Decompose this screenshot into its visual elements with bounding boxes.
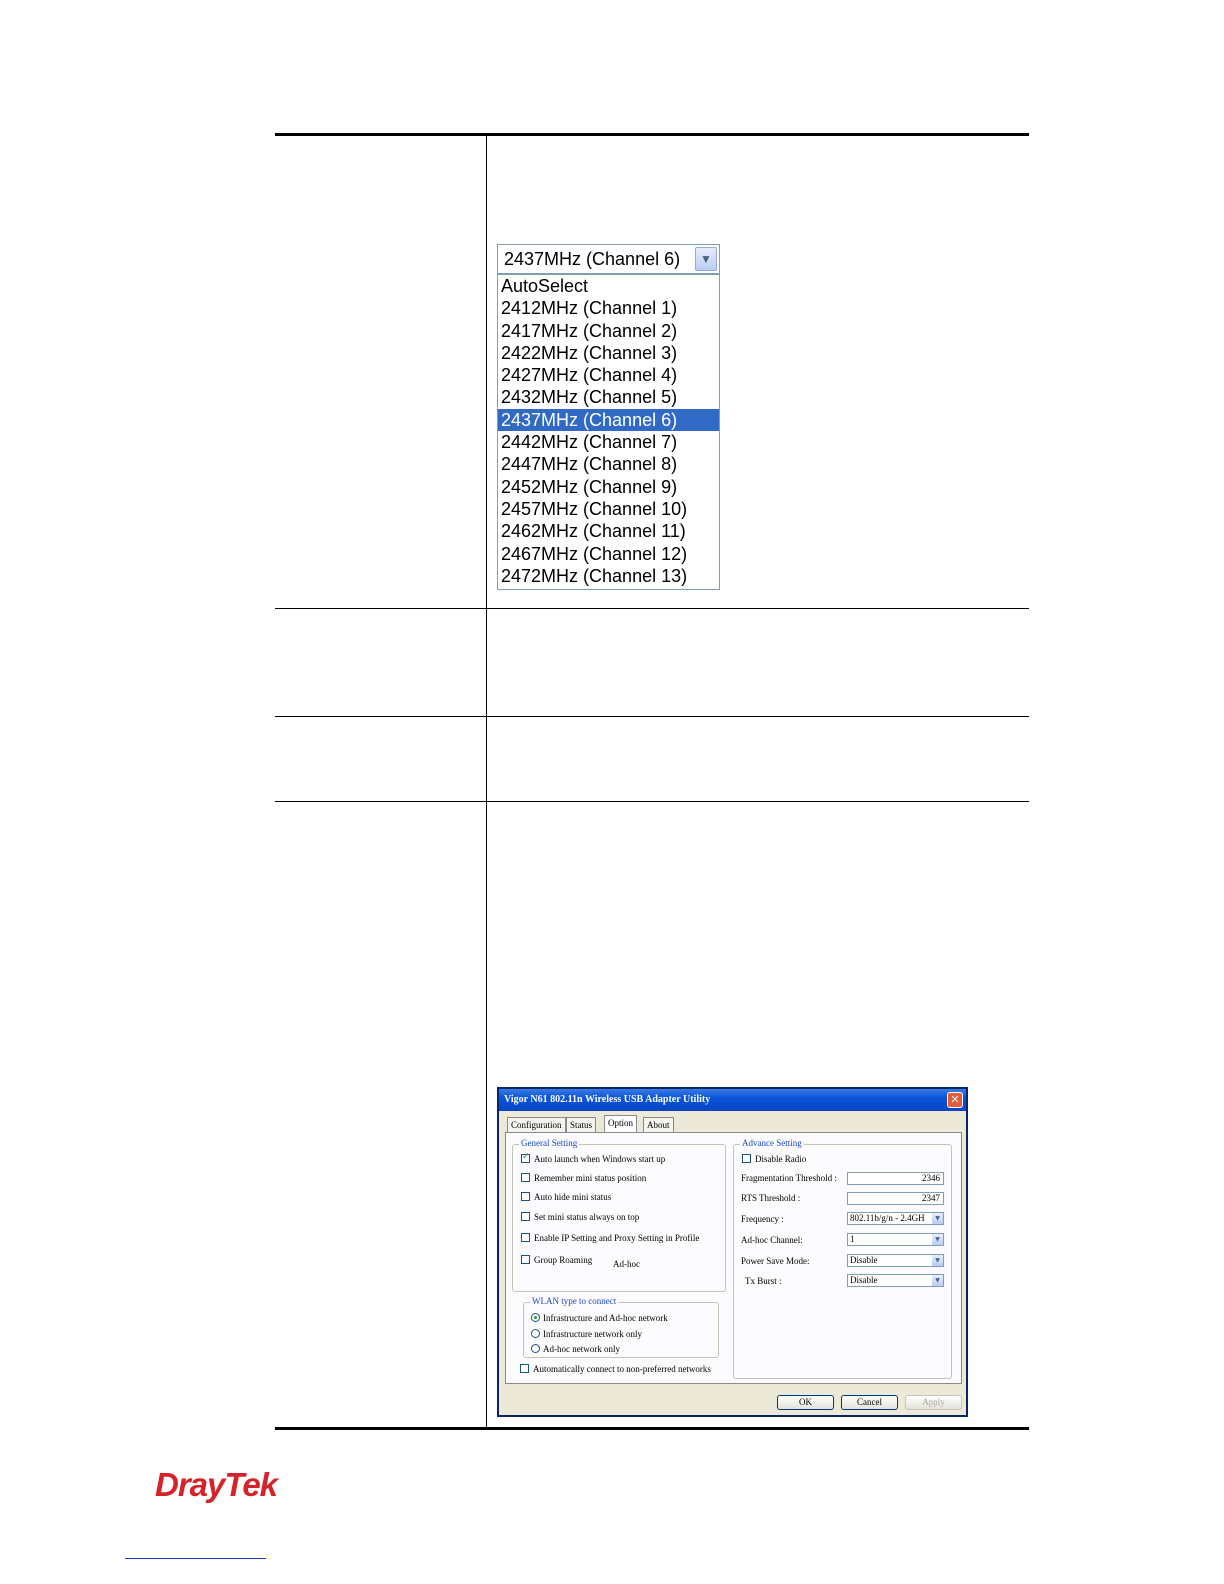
adhoc-only-label: Ad-hoc network only: [543, 1344, 620, 1354]
adhoc-label: Ad-hoc: [613, 1259, 640, 1269]
frequency-option[interactable]: 2457MHz (Channel 10): [498, 498, 719, 520]
infra-only-radio[interactable]: [531, 1329, 540, 1338]
table-row-divider: [275, 608, 1029, 609]
frag-threshold-label: Fragmentation Threshold :: [741, 1173, 837, 1183]
frag-threshold-input[interactable]: 2346: [847, 1172, 944, 1185]
adhoc-only-radio[interactable]: [531, 1344, 540, 1353]
frequency-option[interactable]: 2422MHz (Channel 3): [498, 342, 719, 364]
always-on-top-label: Set mini status always on top: [534, 1212, 640, 1222]
adhoc-channel-label: Ad-hoc Channel:: [741, 1235, 803, 1245]
enable-ip-proxy-label: Enable IP Setting and Proxy Setting in P…: [534, 1233, 700, 1243]
tx-burst-dropdown[interactable]: Disable ▼: [847, 1274, 944, 1287]
frequency-option[interactable]: 2452MHz (Channel 9): [498, 476, 719, 498]
rts-threshold-label: RTS Threshold :: [741, 1193, 801, 1203]
auto-connect-checkbox[interactable]: [520, 1364, 529, 1373]
frequency-select[interactable]: 2437MHz (Channel 6) ▼: [497, 244, 720, 274]
frequency-option[interactable]: 2427MHz (Channel 4): [498, 364, 719, 386]
auto-launch-checkbox[interactable]: [521, 1152, 530, 1163]
enable-ip-proxy-checkbox[interactable]: [521, 1233, 530, 1242]
group-roaming-checkbox[interactable]: [521, 1255, 530, 1264]
option-panel: General Setting Auto launch when Windows…: [505, 1132, 962, 1384]
frequency-option[interactable]: 2417MHz (Channel 2): [498, 320, 719, 342]
advance-setting-group: Advance Setting Disable Radio Fragmentat…: [733, 1138, 952, 1379]
rts-threshold-input[interactable]: 2347: [847, 1192, 944, 1205]
wlan-type-group: WLAN type to connect Infrastructure and …: [523, 1296, 719, 1358]
advance-setting-label: Advance Setting: [740, 1138, 804, 1148]
dialog-title-bar[interactable]: Vigor N61 802.11n Wireless USB Adapter U…: [499, 1089, 966, 1111]
general-setting-group: General Setting Auto launch when Windows…: [512, 1138, 726, 1292]
remember-position-checkbox[interactable]: [521, 1173, 530, 1182]
ok-button[interactable]: OK: [777, 1395, 834, 1410]
frequency-label: Frequency :: [741, 1214, 784, 1224]
tab-status[interactable]: Status: [566, 1117, 597, 1132]
frequency-dropdown-value: 802.11b/g/n - 2.4GH: [850, 1213, 925, 1223]
tx-burst-label: Tx Burst :: [745, 1276, 782, 1286]
frequency-option[interactable]: 2432MHz (Channel 5): [498, 386, 719, 408]
frequency-dropdown[interactable]: 802.11b/g/n - 2.4GH ▼: [847, 1212, 944, 1225]
chevron-down-icon[interactable]: ▼: [932, 1234, 943, 1245]
auto-hide-checkbox[interactable]: [521, 1192, 530, 1201]
chevron-down-icon[interactable]: ▼: [932, 1255, 943, 1266]
frequency-select-value: 2437MHz (Channel 6): [504, 249, 681, 269]
table-top-rule: [275, 133, 1029, 136]
disable-radio-label: Disable Radio: [755, 1154, 807, 1164]
frequency-option[interactable]: AutoSelect: [498, 275, 719, 297]
wlan-type-label: WLAN type to connect: [530, 1296, 619, 1306]
auto-connect-label: Automatically connect to non-preferred n…: [533, 1364, 711, 1374]
chevron-down-icon[interactable]: ▼: [932, 1275, 943, 1286]
auto-launch-label: Auto launch when Windows start up: [534, 1154, 666, 1164]
power-save-dropdown[interactable]: Disable ▼: [847, 1254, 944, 1267]
frequency-option[interactable]: 2467MHz (Channel 12): [498, 543, 719, 565]
table-row-divider: [275, 801, 1029, 802]
frequency-option[interactable]: 2472MHz (Channel 13): [498, 565, 719, 587]
power-save-value: Disable: [850, 1255, 878, 1265]
frequency-option[interactable]: 2462MHz (Channel 11): [498, 520, 719, 542]
adhoc-channel-dropdown[interactable]: 1 ▼: [847, 1233, 944, 1246]
power-save-label: Power Save Mode:: [741, 1256, 810, 1266]
table-bottom-rule: [275, 1427, 1029, 1430]
frequency-option-selected[interactable]: 2437MHz (Channel 6): [498, 408, 719, 432]
utility-dialog: Vigor N61 802.11n Wireless USB Adapter U…: [497, 1087, 968, 1417]
apply-button[interactable]: Apply: [905, 1395, 962, 1410]
infra-adhoc-label: Infrastructure and Ad-hoc network: [543, 1313, 668, 1323]
adhoc-channel-value: 1: [850, 1234, 855, 1244]
dialog-title: Vigor N61 802.11n Wireless USB Adapter U…: [504, 1094, 711, 1105]
frequency-option[interactable]: 2412MHz (Channel 1): [498, 297, 719, 319]
disable-radio-checkbox[interactable]: [742, 1154, 751, 1163]
infra-adhoc-radio[interactable]: [531, 1313, 540, 1322]
tab-configuration[interactable]: Configuration: [507, 1117, 566, 1132]
footer-underline: [125, 1558, 266, 1559]
group-roaming-label: Group Roaming: [534, 1255, 593, 1265]
chevron-down-icon[interactable]: ▼: [695, 247, 717, 271]
frequency-option[interactable]: 2447MHz (Channel 8): [498, 453, 719, 475]
remember-position-label: Remember mini status position: [534, 1173, 647, 1183]
tab-option[interactable]: Option: [604, 1115, 638, 1132]
draytek-logo: DrayTek: [155, 1466, 278, 1503]
table-column-divider: [486, 135, 487, 1428]
frequency-option[interactable]: 2442MHz (Channel 7): [498, 431, 719, 453]
infra-only-label: Infrastructure network only: [543, 1329, 642, 1339]
cancel-button[interactable]: Cancel: [841, 1395, 898, 1410]
table-row-divider: [275, 716, 1029, 717]
frequency-option-list: AutoSelect 2412MHz (Channel 1) 2417MHz (…: [497, 274, 720, 590]
close-icon[interactable]: ✕: [947, 1092, 963, 1108]
tab-about[interactable]: About: [643, 1117, 674, 1132]
chevron-down-icon[interactable]: ▼: [932, 1213, 943, 1224]
general-setting-label: General Setting: [519, 1138, 580, 1148]
always-on-top-checkbox[interactable]: [521, 1212, 530, 1221]
auto-hide-label: Auto hide mini status: [534, 1192, 612, 1202]
tx-burst-value: Disable: [850, 1275, 878, 1285]
